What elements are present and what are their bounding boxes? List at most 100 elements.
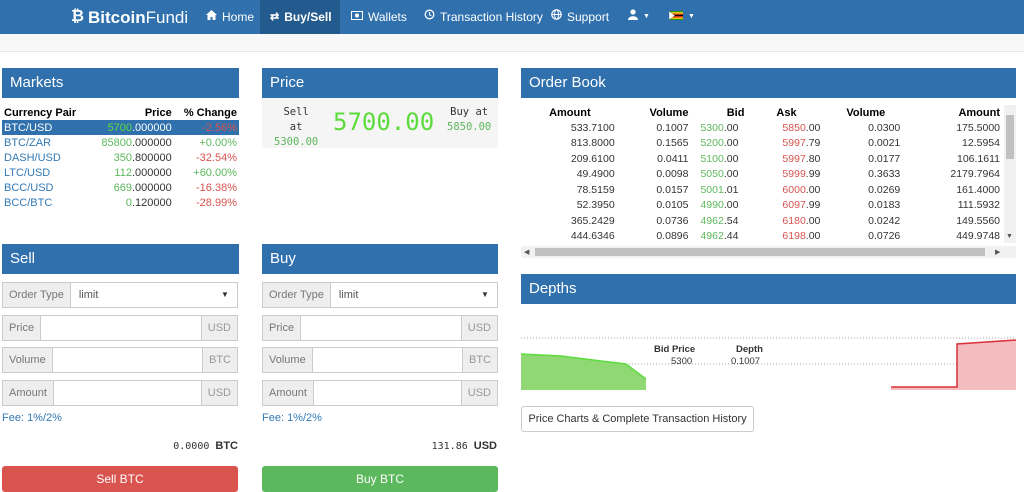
history-icon	[424, 0, 435, 34]
sell-price-input[interactable]	[41, 316, 201, 340]
markets-title: Markets	[2, 68, 239, 98]
sell-price-unit: USD	[200, 315, 237, 340]
order-book-row[interactable]: 78.5159 0.0157 5001.01 6000.00 0.0269 161.400…	[521, 182, 1004, 198]
markets-header-change: % Change	[183, 106, 237, 119]
market-row[interactable]: LTC/USD 112.000000 +60.00%	[2, 165, 239, 180]
depth-chart[interactable]: Bid Price Depth 5300 0.1007	[520, 304, 1017, 390]
nav-transaction-history[interactable]: Transaction History	[414, 0, 553, 34]
sell-price-group: Price USD	[2, 314, 238, 341]
market-row[interactable]: DASH/USD 350.800000 -32.54%	[2, 150, 239, 165]
home-icon	[206, 0, 217, 34]
order-book-scroll[interactable]: Amount Volume Bid Ask Volume Amount 533.…	[521, 105, 1004, 243]
scroll-down-icon[interactable]: ▼	[1006, 233, 1013, 240]
market-row[interactable]: BCC/BTC 0.120000 -28.99%	[2, 195, 239, 210]
buy-volume-input[interactable]	[313, 348, 462, 372]
ask-amount: 2179.7964	[950, 168, 1000, 181]
market-price: 5700.000000	[88, 120, 174, 135]
chevron-down-icon[interactable]: ▼	[221, 283, 237, 307]
brand-logo[interactable]: ₿ Bitcoin Fundi	[71, 7, 188, 28]
order-book-row[interactable]: 49.4900 0.0098 5050.00 5999.99 0.3633 2179.79…	[521, 167, 1004, 183]
order-book-horizontal-scrollbar[interactable]: ◀ ▶	[521, 246, 1016, 258]
buy-price-input[interactable]	[301, 316, 461, 340]
chevron-down-icon[interactable]: ▼	[481, 283, 497, 307]
market-pair[interactable]: BCC/BTC	[2, 195, 89, 210]
bid-price: 5100.00	[692, 151, 748, 167]
market-pair[interactable]: BTC/ZAR	[2, 135, 89, 150]
depths-panel: Depths Bid Price Depth 5300 0.1007	[520, 274, 1017, 390]
buy-btc-button[interactable]: Buy BTC	[262, 466, 498, 492]
buy-balance: 131.86 USD	[432, 440, 497, 452]
market-change: +0.00%	[199, 136, 237, 149]
buy-panel: Buy Order Type limit ▼ Price USD Volume …	[262, 244, 498, 492]
sell-at: Sell at 5300.00	[274, 105, 318, 150]
tooltip-depth-value: 0.1007	[731, 356, 761, 367]
sell-fee: Fee: 1%/2%	[2, 412, 62, 424]
nav-spacer	[0, 34, 1024, 52]
market-pair[interactable]: LTC/USD	[2, 165, 89, 180]
sell-order-type-select[interactable]: Order Type limit ▼	[2, 282, 238, 308]
bid-volume: 0.0411	[657, 152, 689, 165]
ask-volume: 0.0269	[868, 183, 901, 196]
sell-order-type-value[interactable]: limit	[71, 283, 221, 307]
scrollbar-thumb[interactable]	[1006, 115, 1014, 159]
ask-depth-area	[891, 340, 1016, 390]
nav-buy-sell[interactable]: ⇄ Buy/Sell	[260, 0, 340, 34]
sell-btc-button[interactable]: Sell BTC	[2, 466, 238, 492]
buy-order-type-select[interactable]: Order Type limit ▼	[262, 282, 498, 308]
scroll-left-icon[interactable]: ◀	[524, 248, 529, 256]
price-panel: Price Sell at 5300.00 5700.00 Buy at 585…	[262, 68, 498, 150]
price-charts-button[interactable]: Price Charts & Complete Transaction Hist…	[521, 406, 754, 432]
market-pair[interactable]: BTC/USD	[2, 120, 89, 135]
ob-header-bid: Bid	[726, 106, 745, 119]
buy-amount-input[interactable]	[314, 381, 461, 405]
market-pair[interactable]: BCC/USD	[2, 180, 89, 195]
ask-price: 6180.00	[748, 213, 830, 229]
market-price-int: 112	[114, 166, 132, 179]
bid-price: 4990.00	[692, 198, 748, 214]
navbar: ₿ Bitcoin Fundi Home ⇄ Buy/Sell Wallets T…	[0, 0, 1024, 34]
buy-order-type-value[interactable]: limit	[331, 283, 481, 307]
ob-header-amount-2: Amount	[958, 106, 1000, 119]
sell-volume-input[interactable]	[53, 348, 202, 372]
order-book-vertical-scrollbar[interactable]: ▼	[1004, 105, 1016, 243]
market-price-dec: .000000	[131, 121, 172, 134]
ask-price-dec: .00	[805, 121, 821, 134]
order-book-row[interactable]: 813.8000 0.1565 5200.00 5997.79 0.0021 12.595…	[521, 136, 1004, 152]
caret-down-icon: ▼	[643, 13, 650, 20]
ask-price-int: 6097	[782, 199, 806, 212]
sell-amount-input[interactable]	[54, 381, 201, 405]
bid-price: 4962.44	[692, 229, 748, 244]
flag-icon	[668, 0, 683, 34]
scroll-right-icon[interactable]: ▶	[995, 248, 1000, 256]
order-book-row[interactable]: 209.6100 0.0411 5100.00 5997.80 0.0177 106.16…	[521, 151, 1004, 167]
market-price: 669.000000	[89, 180, 174, 195]
market-change: -2.56%	[173, 120, 239, 135]
nav-wallets[interactable]: Wallets	[341, 0, 417, 34]
ob-header-ask: Ask	[776, 106, 797, 119]
ask-price-dec: .00	[805, 183, 821, 196]
nav-support[interactable]: Support	[541, 0, 619, 34]
bid-amount: 444.6346	[570, 230, 615, 243]
user-menu[interactable]: ▼	[618, 0, 660, 34]
order-book-row[interactable]: 444.6346 0.0896 4962.44 6198.00 0.0726 449.97…	[521, 229, 1004, 244]
buy-title: Buy	[262, 244, 498, 274]
market-price-dec: .800000	[131, 151, 172, 164]
ask-price-dec: .99	[805, 199, 821, 212]
order-book-row[interactable]: 533.7100 0.1007 5300.00 5850.00 0.0300 175.50…	[521, 120, 1004, 136]
ask-amount: 175.5000	[956, 121, 1000, 134]
market-row[interactable]: BTC/ZAR 85800.000000 +0.00%	[2, 135, 239, 150]
language-menu[interactable]: ▼	[659, 0, 705, 34]
ask-amount: 12.5954	[962, 137, 1000, 150]
nav-home[interactable]: Home	[196, 0, 264, 34]
scrollbar-thumb[interactable]	[535, 248, 985, 256]
market-pair[interactable]: DASH/USD	[2, 150, 89, 165]
market-row[interactable]: BCC/USD 669.000000 -16.38%	[2, 180, 239, 195]
bid-amount: 209.6100	[570, 152, 615, 165]
order-book-row[interactable]: 52.3950 0.0105 4990.00 6097.99 0.0183 111.593…	[521, 198, 1004, 214]
buy-form: Order Type limit ▼ Price USD Volume BTC …	[262, 282, 498, 424]
exchange-icon: ⇄	[270, 11, 280, 23]
sell-panel: Sell Order Type limit ▼ Price USD Volume…	[2, 244, 239, 492]
order-book-row[interactable]: 365.2429 0.0736 4962.54 6180.00 0.0242 149.55…	[521, 213, 1004, 229]
ask-price-int: 6198	[782, 230, 806, 243]
market-row[interactable]: BTC/USD 5700.000000 -2.56%	[2, 120, 239, 135]
